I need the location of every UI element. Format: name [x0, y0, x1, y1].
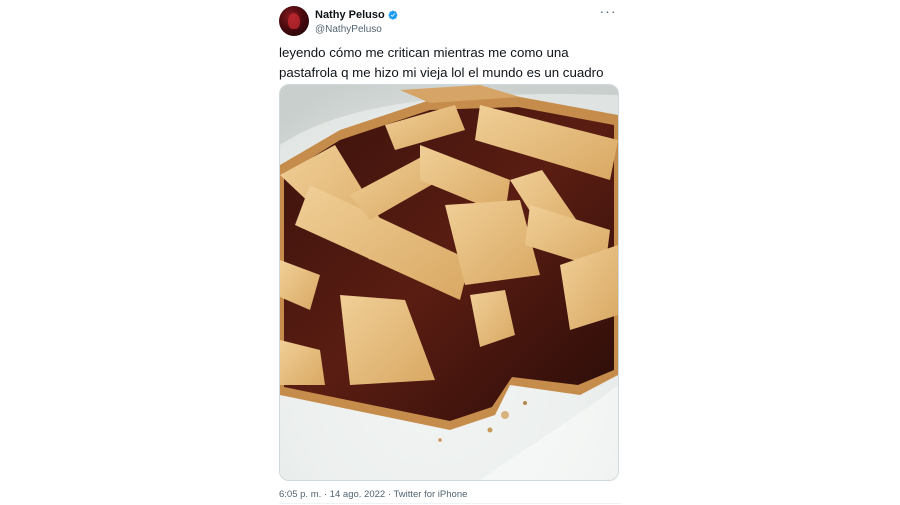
tweet-text: leyendo cómo me critican mientras me com…: [279, 43, 621, 83]
avatar[interactable]: [279, 6, 309, 36]
tweet-photo[interactable]: [279, 84, 619, 481]
avatar-figure: [288, 13, 300, 29]
tweet-meta: 6:05 p. m. · 14 ago. 2022 · Twitter for …: [279, 489, 467, 500]
divider: [279, 503, 621, 504]
author-handle[interactable]: @NathyPeluso: [315, 24, 398, 35]
tweet-text-line: pastafrola q me hizo mi vieja lol el mun…: [279, 65, 604, 80]
tweet-header: Nathy Peluso @NathyPeluso ···: [279, 4, 621, 38]
pastafrola-photo: [280, 85, 618, 480]
tweet-date[interactable]: 14 ago. 2022: [330, 489, 385, 500]
tweet-text-line: leyendo cómo me critican mientras me com…: [279, 45, 569, 60]
tweet-time[interactable]: 6:05 p. m.: [279, 489, 321, 500]
tweet-source[interactable]: Twitter for iPhone: [393, 489, 467, 500]
display-name[interactable]: Nathy Peluso: [315, 9, 385, 21]
more-options-icon[interactable]: ···: [599, 4, 617, 20]
verified-badge-icon: [388, 10, 398, 20]
meta-separator: ·: [387, 489, 391, 500]
display-name-row: Nathy Peluso: [315, 8, 398, 22]
meta-separator: ·: [323, 489, 328, 500]
author-names: Nathy Peluso @NathyPeluso: [315, 8, 398, 35]
tweet-card: Nathy Peluso @NathyPeluso ··· leyendo có…: [265, 0, 635, 505]
